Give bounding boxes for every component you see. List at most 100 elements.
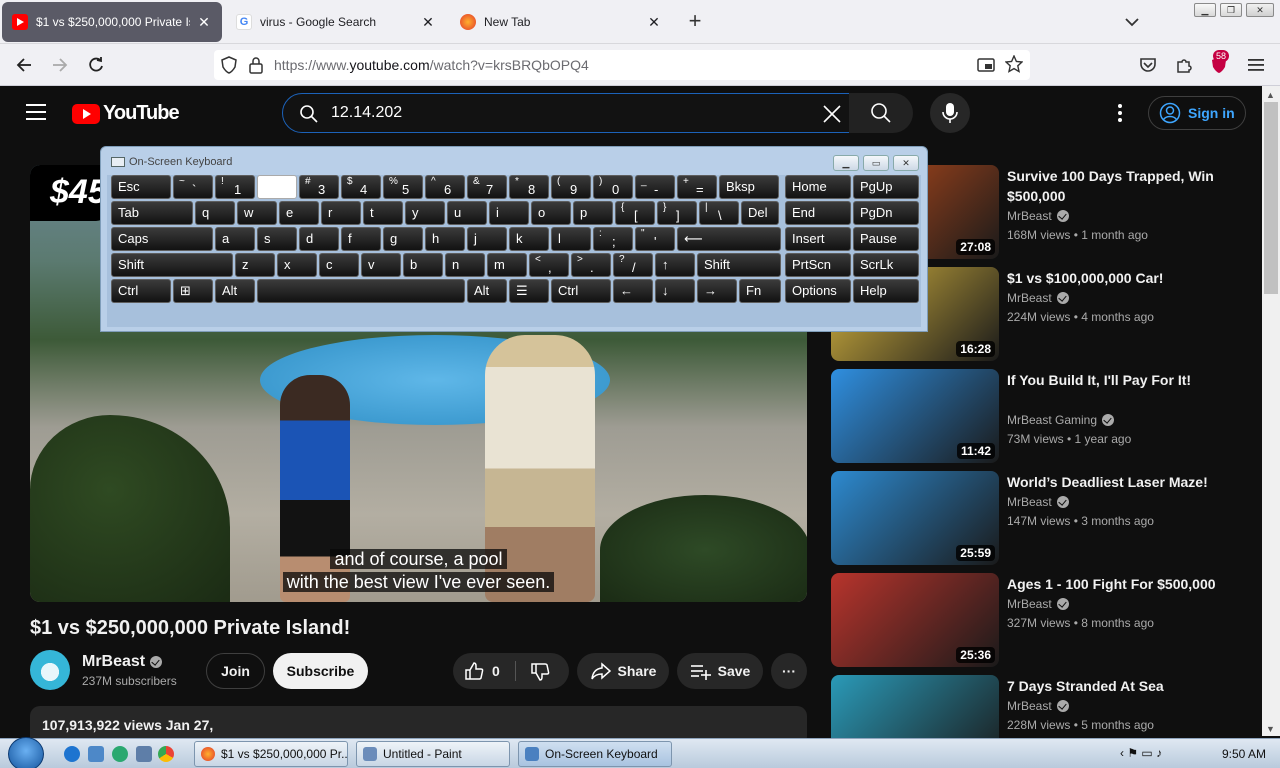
minimize-window-icon[interactable]: ▁ — [1194, 3, 1216, 17]
osk-key[interactable]: ScrLk — [853, 253, 919, 277]
osk-key[interactable]: ⊞ — [173, 279, 213, 303]
scroll-down-arrow-icon[interactable]: ▼ — [1266, 724, 1275, 734]
osk-key[interactable]: $4 — [341, 175, 381, 199]
taskbar-item-osk[interactable]: On-Screen Keyboard — [518, 741, 672, 767]
osk-key[interactable]: z — [235, 253, 275, 277]
close-tab-icon[interactable]: ✕ — [646, 14, 662, 30]
on-screen-keyboard-window[interactable]: On-Screen Keyboard ▁ ▭ ✕ Esc ~ `! 1 @2 #3 $4% 5… — [100, 146, 928, 332]
menu-hamburger-icon[interactable] — [1244, 53, 1268, 77]
osk-key[interactable]: m — [487, 253, 527, 277]
recommended-channel[interactable]: MrBeast — [1007, 209, 1069, 223]
osk-key[interactable]: {[ — [615, 201, 655, 225]
osk-minimize-icon[interactable]: ▁ — [833, 155, 859, 171]
bookmark-star-icon[interactable] — [1004, 54, 1024, 78]
osk-key[interactable]: q — [195, 201, 235, 225]
osk-key[interactable]: ↓ — [655, 279, 695, 303]
scroll-up-arrow-icon[interactable]: ▲ — [1266, 90, 1275, 100]
osk-key[interactable]: Tab — [111, 201, 193, 225]
taskbar-item-paint[interactable]: Untitled - Paint — [356, 741, 510, 767]
dislike-thumb-icon[interactable] — [529, 661, 551, 686]
recommended-video[interactable]: 11:42 If You Build It, I'll Pay For It! Mr… — [831, 369, 1261, 465]
osk-key[interactable]: o — [531, 201, 571, 225]
osk-key[interactable]: ☰ — [509, 279, 549, 303]
osk-key[interactable]: Fn — [739, 279, 781, 303]
osk-key[interactable]: ? / — [613, 253, 653, 277]
subscribe-button[interactable]: Subscribe — [273, 653, 368, 689]
tab-new-tab[interactable]: New Tab ✕ — [450, 2, 672, 42]
osk-key[interactable]: ~ ` — [173, 175, 213, 199]
osk-key[interactable]: }] — [657, 201, 697, 225]
list-all-tabs-chevron-icon[interactable] — [1122, 12, 1142, 32]
osk-key[interactable]: ⟵ — [677, 227, 781, 251]
osk-key[interactable]: Ctrl — [111, 279, 171, 303]
recommended-video[interactable]: 25:36 Ages 1 - 100 Fight For $500,000 MrBe… — [831, 573, 1261, 669]
osk-key[interactable]: <, — [529, 253, 569, 277]
search-input[interactable]: 12.14.202 — [282, 93, 850, 133]
osk-key[interactable]: & 7 — [467, 175, 507, 199]
osk-key[interactable]: v — [361, 253, 401, 277]
osk-key[interactable]: Insert — [785, 227, 851, 251]
osk-key[interactable]: h — [425, 227, 465, 251]
osk-key[interactable]: " ' — [635, 227, 675, 251]
video-thumbnail[interactable]: 25:36 — [831, 573, 999, 667]
osk-maximize-icon[interactable]: ▭ — [863, 155, 889, 171]
osk-key[interactable]: (9 — [551, 175, 591, 199]
tab-google-search[interactable]: G virus - Google Search ✕ — [226, 2, 446, 42]
osk-key[interactable]: r — [321, 201, 361, 225]
osk-key[interactable]: j — [467, 227, 507, 251]
recommended-channel[interactable]: MrBeast — [1007, 495, 1069, 509]
join-button[interactable]: Join — [206, 653, 265, 689]
save-button[interactable]: Save — [677, 653, 763, 689]
osk-key[interactable]: PgUp — [853, 175, 919, 199]
tracking-protection-shield-icon[interactable] — [220, 56, 238, 79]
osk-key[interactable]: e — [279, 201, 319, 225]
pocket-icon[interactable] — [1136, 53, 1160, 77]
osk-key[interactable]: Bksp — [719, 175, 779, 199]
guide-menu-icon[interactable] — [26, 104, 46, 120]
system-tray-icons[interactable]: ‹ ⚑ ▭ ♪ — [1120, 746, 1162, 760]
internet-explorer-icon[interactable] — [64, 746, 80, 762]
recommended-channel[interactable]: MrBeast Gaming — [1007, 413, 1115, 427]
osk-key[interactable]: u — [447, 201, 487, 225]
osk-key[interactable]: k — [509, 227, 549, 251]
osk-key[interactable]: End — [785, 201, 851, 225]
osk-key[interactable]: ← — [613, 279, 653, 303]
osk-key[interactable]: | \ — [699, 201, 739, 225]
osk-key[interactable]: b — [403, 253, 443, 277]
computer-icon[interactable] — [136, 746, 152, 762]
forward-arrow-icon[interactable] — [48, 53, 72, 77]
close-tab-icon[interactable]: ✕ — [196, 14, 212, 30]
osk-key[interactable]: ↑ — [655, 253, 695, 277]
osk-key[interactable]: s — [257, 227, 297, 251]
osk-key[interactable]: Esc — [111, 175, 171, 199]
osk-key[interactable]: x — [277, 253, 317, 277]
osk-key[interactable]: y — [405, 201, 445, 225]
osk-key[interactable]: Alt — [467, 279, 507, 303]
osk-key[interactable]: Shift — [697, 253, 781, 277]
youtube-logo[interactable]: YouTube — [72, 102, 180, 125]
recommended-channel[interactable]: MrBeast — [1007, 699, 1069, 713]
lock-icon[interactable] — [248, 56, 264, 79]
recommended-channel[interactable]: MrBeast — [1007, 291, 1069, 305]
channel-name[interactable]: MrBeast — [82, 653, 163, 671]
osk-key[interactable]: i — [489, 201, 529, 225]
osk-key[interactable]: Alt — [215, 279, 255, 303]
taskbar-clock[interactable]: 9:50 AM — [1222, 747, 1266, 761]
osk-key[interactable]: ! 1 — [215, 175, 255, 199]
osk-key[interactable]: >. — [571, 253, 611, 277]
video-thumbnail[interactable]: 25:59 — [831, 471, 999, 565]
osk-key[interactable]: g — [383, 227, 423, 251]
settings-kebab-icon[interactable] — [1110, 100, 1130, 126]
osk-key[interactable]: t — [363, 201, 403, 225]
media-player-icon[interactable] — [112, 746, 128, 762]
tab-youtube[interactable]: $1 vs $250,000,000 Private Island! ✕ — [2, 2, 222, 42]
clear-search-icon[interactable] — [821, 103, 843, 131]
osk-key[interactable]: + = — [677, 175, 717, 199]
url-text[interactable]: https://www.youtube.com/watch?v=krsBRQbO… — [274, 57, 589, 73]
osk-key[interactable]: Shift — [111, 253, 233, 277]
sign-in-button[interactable]: Sign in — [1148, 96, 1246, 130]
like-thumb-icon[interactable] — [463, 660, 485, 685]
osk-key[interactable]: ^ 6 — [425, 175, 465, 199]
osk-key[interactable]: d — [299, 227, 339, 251]
osk-key[interactable]: n — [445, 253, 485, 277]
